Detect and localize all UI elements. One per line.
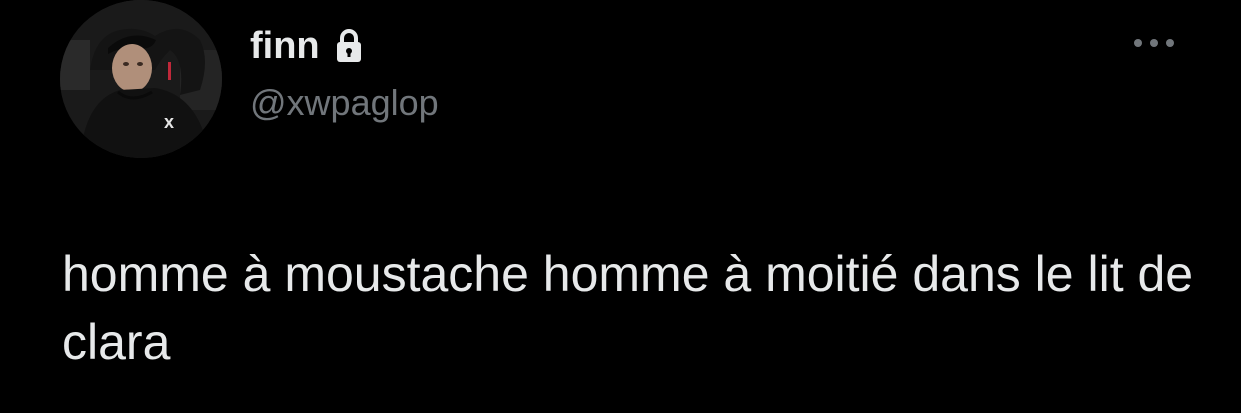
- ellipsis-icon: [1129, 36, 1179, 54]
- svg-text:x: x: [164, 112, 174, 132]
- author-display-name[interactable]: finn: [250, 25, 320, 68]
- author-avatar[interactable]: x: [60, 0, 222, 158]
- author-handle[interactable]: @xwpaglop: [250, 82, 439, 124]
- lock-icon: [334, 28, 364, 64]
- tweet-text: homme à moustache homme à moitié dans le…: [62, 246, 1194, 370]
- author-name-row: finn: [250, 22, 364, 70]
- tweet-card: x finn @xwpaglop homme à moustache homme…: [0, 0, 1241, 413]
- profile-photo: x: [60, 0, 222, 158]
- more-options-button[interactable]: [1124, 30, 1184, 60]
